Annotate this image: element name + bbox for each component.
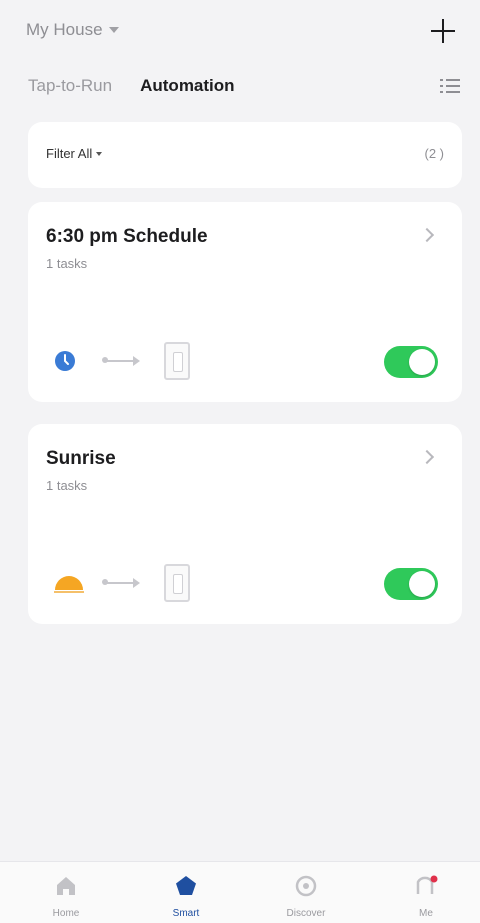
filter-dropdown[interactable]: Filter All xyxy=(46,146,103,161)
arrow-icon xyxy=(102,356,140,366)
house-selector[interactable]: My House xyxy=(26,20,119,40)
tab-label: Discover xyxy=(286,908,326,919)
chevron-down-icon xyxy=(108,27,119,33)
home-icon xyxy=(57,877,75,895)
automation-enable-toggle[interactable] xyxy=(384,568,438,600)
filter-bar: Filter All (2 ) xyxy=(28,122,462,188)
automation-subtitle: 1 tasks xyxy=(46,478,88,493)
top-bar: My House xyxy=(0,0,480,62)
tab-home[interactable]: Home xyxy=(6,862,126,923)
tab-label: Me xyxy=(419,908,433,919)
chevron-right-icon xyxy=(419,227,435,243)
notification-dot xyxy=(430,875,438,883)
bottom-tab-bar: Home Smart Discover Me xyxy=(0,861,480,923)
tab-tap-to-run[interactable]: Tap-to-Run xyxy=(28,76,112,96)
automation-count: (2 ) xyxy=(424,146,445,161)
list-sort-icon[interactable] xyxy=(440,78,460,94)
clock-icon xyxy=(55,351,75,371)
chevron-right-icon xyxy=(419,449,435,465)
house-selector-label: My House xyxy=(26,20,103,39)
toggle-knob xyxy=(409,349,435,375)
arrow-icon xyxy=(102,578,140,588)
plus-icon[interactable] xyxy=(430,18,456,44)
automation-card[interactable]: 6:30 pm Schedule 1 tasks xyxy=(28,202,462,402)
smart-pentagon-icon xyxy=(176,876,196,895)
tab-smart[interactable]: Smart xyxy=(126,862,246,923)
tab-automation[interactable]: Automation xyxy=(140,76,234,96)
automation-title: 6:30 pm Schedule xyxy=(46,226,208,247)
sunrise-icon xyxy=(54,576,84,593)
automation-enable-toggle[interactable] xyxy=(384,346,438,378)
me-icon xyxy=(416,875,438,894)
tab-me[interactable]: Me xyxy=(366,862,480,923)
automation-title: Sunrise xyxy=(46,448,116,469)
scene-tabs: Tap-to-Run Automation xyxy=(28,76,235,96)
automation-card[interactable]: Sunrise 1 tasks xyxy=(28,424,462,624)
chevron-down-icon xyxy=(96,151,103,156)
filter-label: Filter All xyxy=(46,146,93,161)
wall-switch-icon xyxy=(164,564,190,602)
tab-label: Home xyxy=(52,908,80,919)
toggle-knob xyxy=(409,571,435,597)
tab-discover[interactable]: Discover xyxy=(246,862,366,923)
automation-subtitle: 1 tasks xyxy=(46,256,88,271)
discover-icon xyxy=(295,875,317,897)
wall-switch-icon xyxy=(164,342,190,380)
tab-label: Smart xyxy=(172,908,200,919)
